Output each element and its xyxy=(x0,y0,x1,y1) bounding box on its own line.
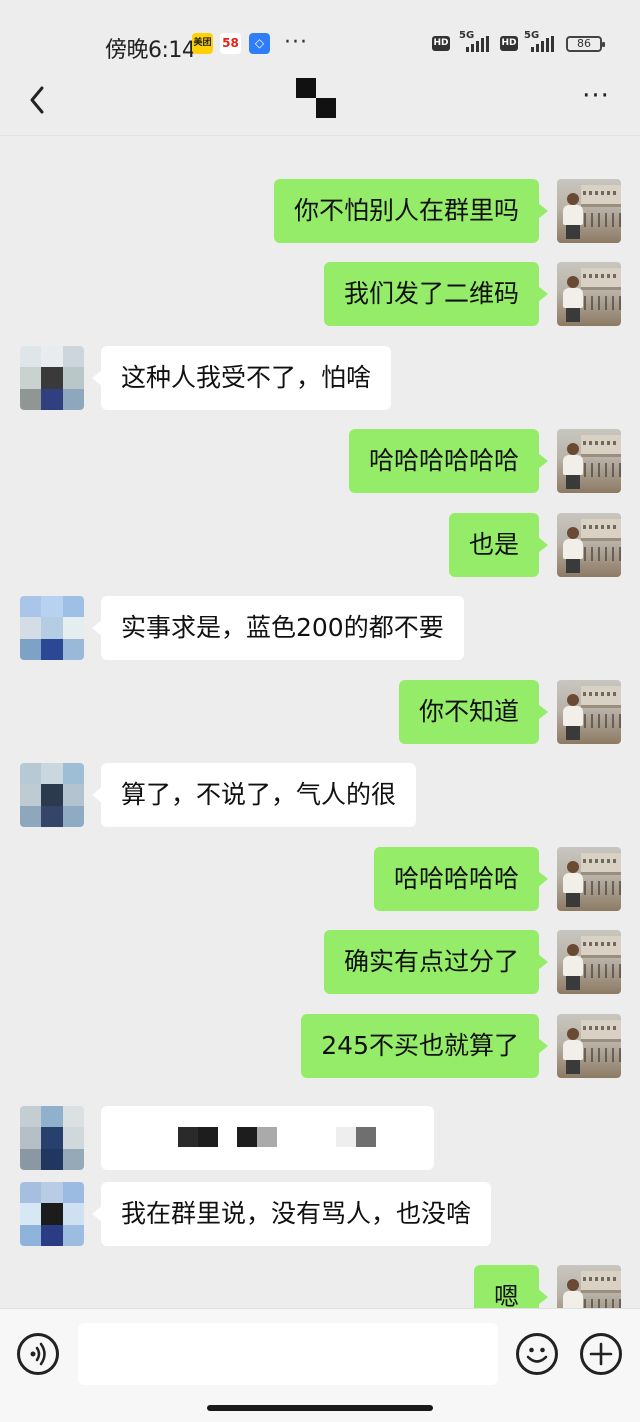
contact-avatar[interactable] xyxy=(20,763,84,827)
self-avatar[interactable] xyxy=(557,179,621,243)
chat-title-logo xyxy=(296,78,336,118)
notification-app-icon: ◇ xyxy=(249,33,270,54)
emoji-icon xyxy=(526,1347,548,1363)
contact-avatar[interactable] xyxy=(20,1182,84,1246)
message-bubble[interactable]: 你不知道 xyxy=(398,680,549,744)
self-avatar[interactable] xyxy=(557,680,621,744)
message-bubble[interactable]: 哈哈哈哈哈哈 xyxy=(348,429,549,493)
contact-avatar[interactable] xyxy=(20,346,84,410)
incoming-message: 算了，不说了，气人的很 xyxy=(0,763,640,827)
contact-avatar[interactable] xyxy=(20,1106,84,1170)
outgoing-message: 哈哈哈哈哈 xyxy=(0,847,640,911)
home-indicator[interactable] xyxy=(207,1405,433,1411)
self-avatar[interactable] xyxy=(557,429,621,493)
outgoing-message: 嗯 xyxy=(0,1265,640,1308)
incoming-message: 这种人我受不了，怕啥 xyxy=(0,346,640,410)
message-bubble[interactable]: 算了，不说了，气人的很 xyxy=(91,763,417,827)
contact-avatar[interactable] xyxy=(20,596,84,660)
incoming-message: 我在群里说，没有骂人，也没啥 xyxy=(0,1182,640,1246)
redacted-message-bubble[interactable] xyxy=(101,1106,434,1170)
outgoing-message: 我们发了二维码 xyxy=(0,262,640,326)
self-avatar[interactable] xyxy=(557,1014,621,1078)
signal-icon xyxy=(466,36,489,52)
battery-icon: 86 xyxy=(566,36,605,52)
incoming-message xyxy=(0,1106,640,1170)
message-bubble[interactable]: 我们发了二维码 xyxy=(323,262,549,326)
message-bubble[interactable]: 我在群里说，没有骂人，也没啥 xyxy=(91,1182,492,1246)
message-input[interactable] xyxy=(78,1323,498,1385)
self-avatar[interactable] xyxy=(557,1265,621,1308)
message-bubble[interactable]: 你不怕别人在群里吗 xyxy=(273,179,549,243)
message-list: 你不怕别人在群里吗我们发了二维码这种人我受不了，怕啥哈哈哈哈哈哈也是实事求是，蓝… xyxy=(0,137,640,1308)
hd-icon: HD xyxy=(432,36,450,51)
outgoing-message: 哈哈哈哈哈哈 xyxy=(0,429,640,493)
message-bubble[interactable]: 实事求是，蓝色200的都不要 xyxy=(92,596,464,660)
message-bubble[interactable]: 哈哈哈哈哈 xyxy=(373,847,549,911)
more-notifications-icon: ··· xyxy=(284,30,308,55)
outgoing-message: 确实有点过分了 xyxy=(0,930,640,994)
message-bubble[interactable]: 这种人我受不了，怕啥 xyxy=(91,346,392,410)
signal-icon-2 xyxy=(531,36,554,52)
self-avatar[interactable] xyxy=(557,513,621,577)
emoji-button[interactable] xyxy=(516,1333,558,1375)
hd-icon-2: HD xyxy=(500,36,518,51)
chevron-left-icon xyxy=(30,86,44,114)
message-bubble[interactable]: 245不买也就算了 xyxy=(301,1014,548,1078)
battery-level: 86 xyxy=(577,37,591,50)
58-app-icon: 58 xyxy=(220,33,241,54)
outgoing-message: 你不怕别人在群里吗 xyxy=(0,179,640,243)
voice-button[interactable] xyxy=(17,1333,59,1375)
voice-icon xyxy=(30,1342,46,1366)
back-button[interactable] xyxy=(20,80,60,120)
more-options-button[interactable]: ··· xyxy=(576,83,616,116)
status-time: 傍晚6:14 xyxy=(105,38,196,63)
outgoing-message: 你不知道 xyxy=(0,680,640,744)
message-bubble[interactable]: 嗯 xyxy=(473,1265,549,1308)
self-avatar[interactable] xyxy=(557,262,621,326)
meituan-app-icon: 美团 xyxy=(192,33,213,54)
self-avatar[interactable] xyxy=(557,847,621,911)
chat-header: ··· xyxy=(0,70,640,136)
plus-icon xyxy=(589,1342,613,1366)
incoming-message: 实事求是，蓝色200的都不要 xyxy=(0,596,640,660)
message-bubble[interactable]: 也是 xyxy=(448,513,549,577)
outgoing-message: 245不买也就算了 xyxy=(0,1014,640,1078)
outgoing-message: 也是 xyxy=(0,513,640,577)
plus-button[interactable] xyxy=(580,1333,622,1375)
message-bubble[interactable]: 确实有点过分了 xyxy=(323,930,549,994)
self-avatar[interactable] xyxy=(557,930,621,994)
